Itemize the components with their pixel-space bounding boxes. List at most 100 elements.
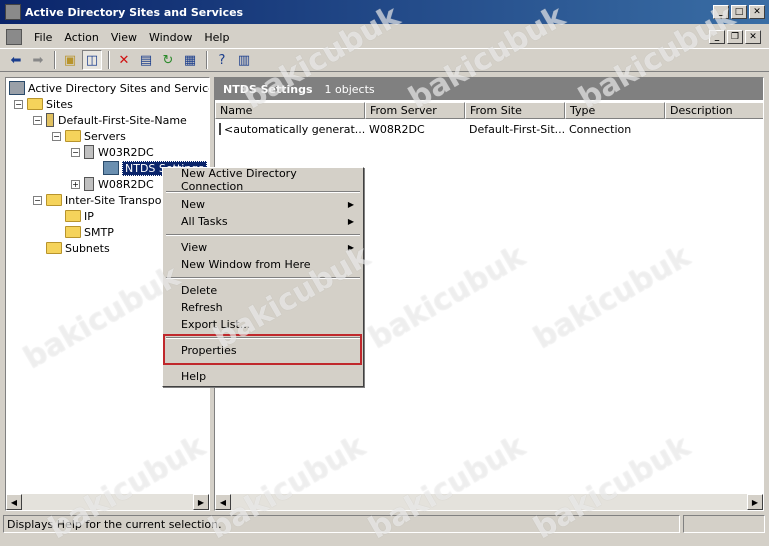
site-icon: [46, 113, 54, 127]
window-title: Active Directory Sites and Services: [25, 5, 244, 19]
tree-item-servers[interactable]: − Servers: [52, 128, 126, 144]
delete-icon[interactable]: ✕: [114, 50, 134, 70]
menu-view[interactable]: View: [105, 31, 143, 44]
submenu-arrow-icon: ▶: [347, 243, 354, 252]
menu-bar: File Action View Window Help _ ❐ ✕: [0, 26, 769, 48]
menu-item-all-tasks[interactable]: All Tasks ▶: [164, 213, 362, 230]
ntds-settings-icon: [103, 161, 119, 175]
object-count: 1 objects: [324, 82, 375, 96]
forward-icon[interactable]: ➡: [28, 50, 48, 70]
child-restore-button[interactable]: ❐: [727, 30, 743, 44]
tree-item-server-w03r2dc[interactable]: − W03R2DC: [71, 144, 154, 160]
menu-file[interactable]: File: [28, 31, 58, 44]
folder-icon: [46, 242, 62, 254]
cell-name: <automatically generat...: [215, 121, 365, 137]
scroll-track[interactable]: [22, 494, 193, 510]
menu-separator: [166, 234, 360, 236]
toolbar-separator: [206, 51, 208, 69]
menu-window[interactable]: Window: [143, 31, 198, 44]
column-header-name[interactable]: Name: [215, 102, 365, 119]
child-close-button[interactable]: ✕: [745, 30, 761, 44]
tree-item-inter-site-transports[interactable]: − Inter-Site Transports: [33, 192, 176, 208]
collapse-icon[interactable]: −: [71, 147, 80, 157]
menu-item-new[interactable]: New ▶: [164, 196, 362, 213]
title-bar: Active Directory Sites and Services _ □ …: [0, 0, 769, 24]
scroll-right-icon[interactable]: ▶: [193, 494, 209, 510]
status-bar-panel: [683, 515, 765, 533]
submenu-arrow-icon: ▶: [347, 200, 354, 209]
tree-item-subnets[interactable]: Subnets: [46, 240, 110, 256]
tree-item-ip[interactable]: IP: [65, 208, 94, 224]
properties-icon[interactable]: ▤: [136, 50, 156, 70]
tree-item-label: Inter-Site Transports: [65, 193, 177, 207]
collapse-icon[interactable]: −: [52, 131, 61, 141]
collapse-icon[interactable]: −: [14, 99, 23, 109]
expand-icon[interactable]: +: [71, 179, 80, 189]
tree-root[interactable]: Active Directory Sites and Services [W: [9, 80, 209, 96]
tree-item-label: Sites: [46, 97, 73, 111]
child-minimize-button[interactable]: _: [709, 30, 725, 44]
column-header-type[interactable]: Type: [565, 102, 665, 119]
menu-separator: [166, 277, 360, 279]
refresh-icon[interactable]: ↻: [158, 50, 178, 70]
cell-description: [665, 121, 763, 137]
show-hide-action-pane-icon[interactable]: ▥: [234, 50, 254, 70]
column-header-from-server[interactable]: From Server: [365, 102, 465, 119]
help-icon[interactable]: ?: [212, 50, 232, 70]
menu-item-label: Export List...: [181, 318, 251, 331]
scroll-track[interactable]: [231, 494, 747, 510]
up-folder-icon[interactable]: ▣: [60, 50, 80, 70]
tree-item-sites[interactable]: − Sites: [14, 96, 73, 112]
tree-item-smtp[interactable]: SMTP: [65, 224, 114, 240]
menu-item-new-connection[interactable]: New Active Directory Connection: [164, 167, 362, 193]
menu-item-new-window[interactable]: New Window from Here: [164, 256, 362, 273]
maximize-button[interactable]: □: [731, 5, 747, 19]
folder-icon: [65, 130, 81, 142]
cell-from-server: W08R2DC: [369, 122, 425, 136]
status-bar: Displays Help for the current selection.: [3, 515, 680, 533]
detail-horizontal-scrollbar[interactable]: ◀ ▶: [215, 494, 763, 510]
collapse-icon[interactable]: −: [33, 195, 42, 205]
app-icon[interactable]: [5, 4, 21, 20]
folder-icon: [65, 226, 81, 238]
cell-type: Connection: [569, 122, 632, 136]
server-icon: [84, 177, 94, 191]
folder-icon: [27, 98, 43, 110]
menu-item-view[interactable]: View ▶: [164, 239, 362, 256]
tree-horizontal-scrollbar[interactable]: ◀ ▶: [6, 494, 209, 510]
tree-item-server-w08r2dc[interactable]: + W08R2DC: [71, 176, 154, 192]
connection-icon: [219, 123, 221, 135]
minimize-button[interactable]: _: [713, 5, 729, 19]
close-button[interactable]: ✕: [749, 5, 765, 19]
properties-highlight-box: [163, 334, 362, 365]
menu-item-delete[interactable]: Delete: [164, 282, 362, 299]
back-icon[interactable]: ⬅: [6, 50, 26, 70]
console-icon[interactable]: [6, 29, 22, 45]
folder-icon: [46, 194, 62, 206]
tree-root-label: Active Directory Sites and Services [W: [28, 81, 209, 95]
menu-item-refresh[interactable]: Refresh: [164, 299, 362, 316]
menu-item-export-list[interactable]: Export List...: [164, 316, 362, 333]
cell-from-site: Default-First-Sit...: [469, 122, 565, 136]
table-row[interactable]: <automatically generat... W08R2DC Defaul…: [215, 121, 763, 137]
menu-help[interactable]: Help: [198, 31, 235, 44]
menu-item-label: Help: [181, 370, 207, 383]
export-list-icon[interactable]: ▦: [180, 50, 200, 70]
collapse-icon[interactable]: −: [33, 115, 42, 125]
menu-separator: [166, 191, 360, 193]
menu-action[interactable]: Action: [58, 31, 104, 44]
menu-item-help[interactable]: Help: [164, 368, 362, 385]
tree-item-label: IP: [84, 209, 94, 223]
status-text: Displays Help for the current selection.: [7, 517, 222, 531]
toolbar: ⬅ ➡ ▣ ◫ ✕ ▤ ↻ ▦ ? ▥: [0, 48, 769, 72]
scroll-left-icon[interactable]: ◀: [6, 494, 22, 510]
scroll-left-icon[interactable]: ◀: [215, 494, 231, 510]
tree-item-label: Subnets: [65, 241, 110, 255]
tree-item-site[interactable]: − Default-First-Site-Name: [33, 112, 187, 128]
tree-item-label: W03R2DC: [98, 145, 154, 159]
toolbar-separator: [108, 51, 110, 69]
column-header-description[interactable]: Description: [665, 102, 763, 119]
show-tree-icon[interactable]: ◫: [82, 50, 102, 70]
scroll-right-icon[interactable]: ▶: [747, 494, 763, 510]
column-header-from-site[interactable]: From Site: [465, 102, 565, 119]
